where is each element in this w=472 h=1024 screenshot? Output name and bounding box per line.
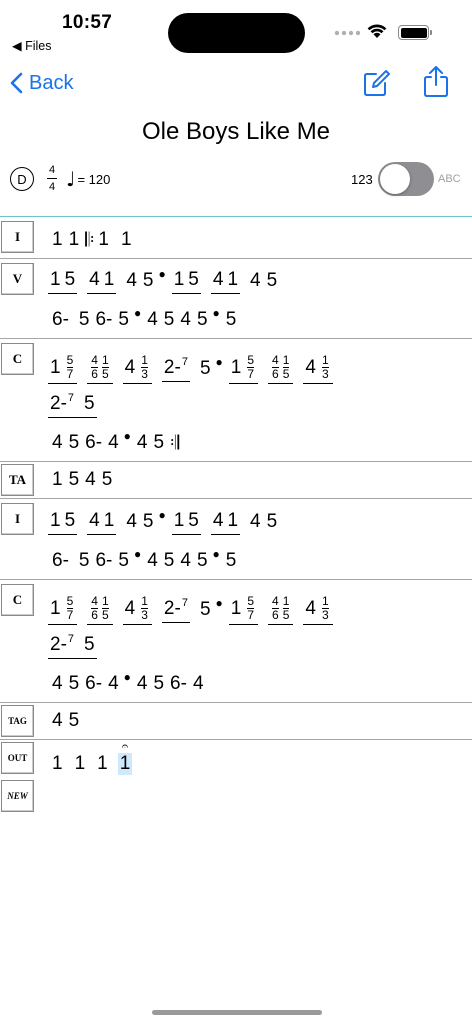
battery-icon (398, 25, 429, 40)
section-badge[interactable]: I (1, 503, 34, 535)
chord-line: 1 1 𝄆 1 1 (52, 229, 132, 251)
section-badge[interactable]: TA (1, 464, 34, 496)
key-badge[interactable]: D (10, 167, 34, 191)
section-badge[interactable]: OUT (1, 742, 34, 774)
home-indicator (152, 1010, 322, 1015)
back-app-label: Files (25, 39, 52, 53)
section-chorus-2: C 157 4615 413 2-7 5 ● 157 4615 413 2-7 5 … (0, 580, 472, 703)
section-verse: V 15 41 4 5 ● 15 41 45 6- 5 6- 5 ● 4 5 4 5 ● 5 (0, 259, 472, 339)
time-signature-top: 4 (48, 164, 56, 176)
edit-icon[interactable] (362, 68, 390, 98)
song-title: Ole Boys Like Me (141, 118, 331, 145)
chart-sections: I 1 1 𝄆 1 1 V 15 41 4 5 ● 15 41 45 6- 5 6- 5 ● 454… (0, 216, 472, 782)
selected-chord[interactable]: 1 𝄐 (117, 739, 133, 775)
time-signature[interactable]: 4 4 (45, 163, 59, 194)
chord-line: 1545 (52, 469, 113, 490)
section-chorus: C 157 4615 413 2-7 5 ● 157 4615 413 2-7 5 … (0, 339, 472, 462)
section-outro: OUT 111 1 𝄐 (0, 739, 472, 782)
chord-line: 157 4615 413 2-7 5 ● 157 4615 413 (48, 349, 343, 389)
chord-line: 2-7 5 (48, 385, 107, 425)
chord-line: 4 5 6- 4 ● 4 5 6- 4 (52, 670, 204, 694)
chord-line: 15 41 4 5 ● 15 41 45 (48, 261, 283, 301)
time-signature-bottom: 4 (48, 181, 56, 193)
battery-tip (430, 30, 432, 35)
tempo-value: = 120 (77, 171, 111, 187)
toggle-knob (380, 164, 410, 194)
section-badge[interactable]: C (1, 343, 34, 375)
chord-line: 111 1 𝄐 (52, 739, 133, 775)
toggle-label-letters: ABC (438, 173, 461, 185)
dynamic-island (168, 13, 305, 53)
back-button[interactable]: Back (10, 68, 73, 98)
section-intro: I 1 1 𝄆 1 1 (0, 216, 472, 259)
chord-line: 6- 5 6- 5 ● 4 5 4 5 ● 5 (52, 547, 237, 571)
section-turnaround: TA 1545 (0, 462, 472, 499)
wifi-icon (367, 24, 387, 38)
section-badge[interactable]: I (1, 221, 34, 253)
toggle-label-numbers: 123 (351, 172, 373, 187)
section-badge[interactable]: TAG (1, 705, 34, 737)
chord-line: 157 4615 413 2-7 5 ● 157 4615 413 (48, 590, 343, 630)
section-instrumental: I 15 41 4 5 ● 15 41 45 6- 5 6- 5 ● 4 5 4 5 ● 5 (0, 499, 472, 580)
section-badge[interactable]: V (1, 263, 34, 295)
quarter-note-icon: ♩ (66, 167, 76, 191)
chord-line: 4 5 6- 4 ● 4 5 𝄇 (52, 429, 180, 454)
new-section-button[interactable]: NEW (1, 780, 34, 812)
chord-line: 15 41 4 5 ● 15 41 45 (48, 502, 283, 542)
chord-line: 2-7 5 (48, 626, 107, 666)
share-icon[interactable] (422, 64, 450, 98)
tempo[interactable]: ♩ = 120 (66, 167, 110, 191)
chevron-left-icon (10, 72, 23, 94)
section-badge[interactable]: C (1, 584, 34, 616)
signal-dots-icon (334, 30, 360, 36)
chord-line: 45 (52, 710, 80, 731)
back-button-label: Back (29, 71, 74, 94)
section-tag: TAG 45 (0, 703, 472, 740)
back-to-files[interactable]: ◀ Files (12, 38, 52, 53)
fermata-icon: 𝄐 (121, 739, 129, 753)
status-time: 10:57 (62, 12, 113, 33)
chord-line: 6- 5 6- 5 ● 4 5 4 5 ● 5 (52, 306, 237, 330)
notation-toggle[interactable] (378, 162, 434, 196)
